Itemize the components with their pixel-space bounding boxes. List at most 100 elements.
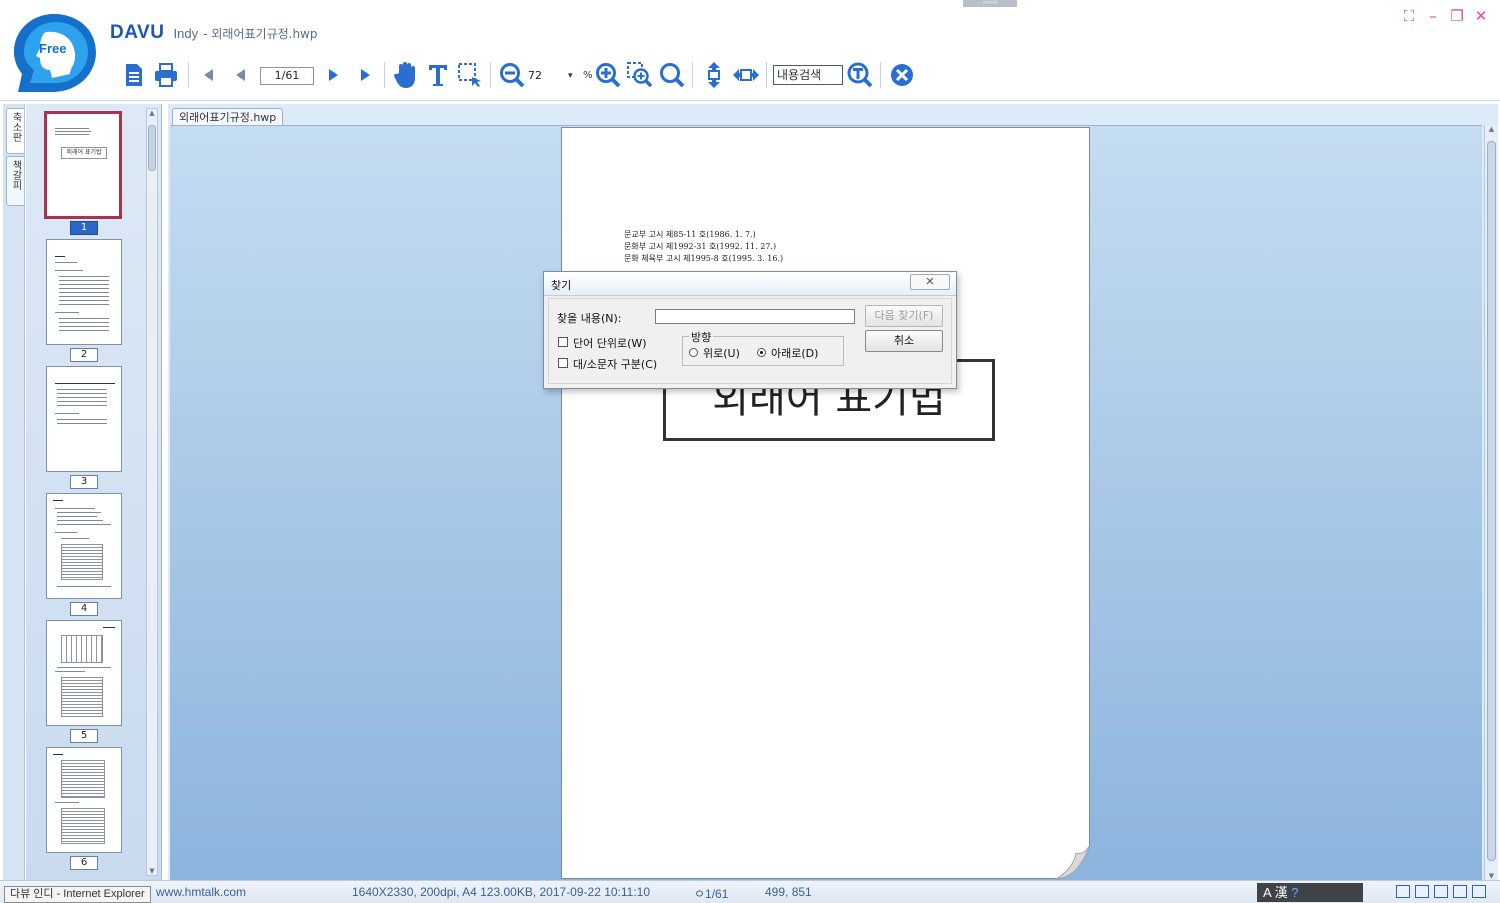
- scroll-down-icon[interactable]: ▼: [147, 867, 157, 875]
- document-area: 외래어표기규정.hwp 문교부 고시 제85-11 호(1986. 1. 7.)…: [168, 104, 1498, 880]
- play-icon[interactable]: [1396, 885, 1410, 898]
- close-circle-icon[interactable]: [888, 61, 916, 89]
- tab-bookmarks[interactable]: 책갈피: [6, 156, 24, 206]
- scroll-down-icon[interactable]: ▼: [1485, 872, 1498, 880]
- page-info: ㅇ1/61: [694, 887, 729, 901]
- zoom-value[interactable]: 72: [528, 67, 562, 85]
- direction-down-label: 아래로(D): [771, 347, 819, 360]
- first-page-icon[interactable]: [194, 61, 222, 89]
- thumbnail-label: 1: [70, 221, 98, 235]
- status-bar: 다뷰 인디 - Internet Explorer www.hmtalk.com…: [0, 880, 1500, 903]
- fit-width-icon[interactable]: [732, 61, 760, 89]
- thumbnail-label: 6: [70, 856, 98, 870]
- direction-up-radio[interactable]: [689, 348, 698, 357]
- tab-bookmarks-label: 책갈피: [10, 160, 21, 190]
- text-select-icon[interactable]: [424, 61, 452, 89]
- match-case-label: 대/소문자 구분(C): [573, 358, 658, 371]
- tab-thumbnails[interactable]: 축소판: [6, 108, 24, 154]
- page-curl-icon: [1056, 845, 1090, 879]
- thumbnail-page-1[interactable]: 외래어 표기법: [44, 111, 122, 219]
- thumbnail-panel: 외래어 표기법 1 2 3 4 5 6 ▲ ▼: [26, 104, 162, 880]
- find-next-button[interactable]: 다음 찾기(F): [865, 305, 943, 327]
- toolbar: 1/61 72 ▾ % 내용검색: [118, 58, 938, 94]
- print-icon[interactable]: [152, 61, 180, 89]
- zoom-out-icon[interactable]: [498, 61, 526, 89]
- next-page-icon[interactable]: [320, 61, 348, 89]
- close-icon[interactable]: ✕: [910, 274, 950, 290]
- document-info: 1640X2330, 200dpi, A4 123.00KB, 2017-09-…: [352, 885, 651, 899]
- ime-mode: A 漢: [1263, 885, 1288, 900]
- find-dialog-titlebar[interactable]: 찾기 ✕: [544, 272, 956, 296]
- side-tabs: 축소판 책갈피: [3, 104, 25, 880]
- edition-name: Indy: [173, 26, 199, 41]
- file-title: - 외래어표기규정.hwp: [203, 27, 318, 41]
- fit-height-icon[interactable]: [700, 61, 728, 89]
- find-dialog-body: 찾을 내용(N): 다음 찾기(F) 취소 단어 단위로(W) 대/소문자 구분…: [548, 298, 952, 384]
- direction-label: 방향: [689, 329, 714, 345]
- decree-line: 문화부 고시 제1992-31 호(1992. 11. 27.): [624, 242, 777, 251]
- last-page-icon[interactable]: [352, 61, 380, 89]
- search-text-icon[interactable]: [846, 61, 874, 89]
- zoom-unit: %: [583, 70, 593, 81]
- zoom-in-icon[interactable]: [594, 61, 622, 89]
- app-title: DAVU Indy - 외래어표기규정.hwp: [110, 22, 317, 44]
- find-dialog-title: 찾기: [551, 279, 572, 292]
- thumbnail-title: 외래어 표기법: [61, 147, 107, 159]
- content-search-input[interactable]: 내용검색: [773, 65, 843, 85]
- whole-word-checkbox[interactable]: [558, 337, 568, 347]
- document-canvas[interactable]: 문교부 고시 제85-11 호(1986. 1. 7.) 문화부 고시 제199…: [170, 125, 1482, 880]
- scrollbar-thumb[interactable]: [1487, 141, 1496, 861]
- direction-down-radio[interactable]: [757, 348, 766, 357]
- app-header: shend Free DAVU Indy - 외래어표기규정.hwp ⛶ – ❐…: [0, 0, 1500, 101]
- page-number-input[interactable]: 1/61: [260, 67, 314, 85]
- thumbnail-label: 4: [70, 602, 98, 616]
- document-tab[interactable]: 외래어표기규정.hwp: [172, 108, 284, 126]
- two-page-icon[interactable]: [1453, 885, 1467, 898]
- document-icon[interactable]: [120, 61, 148, 89]
- cancel-button[interactable]: 취소: [865, 330, 943, 352]
- restore-icon[interactable]: ❐: [1448, 7, 1466, 25]
- document-scrollbar[interactable]: ▲ ▼: [1484, 125, 1498, 880]
- decree-line: 문교부 고시 제85-11 호(1986. 1. 7.): [624, 230, 756, 239]
- brand-name: DAVU: [110, 22, 165, 43]
- thumbnail-label: 5: [70, 729, 98, 743]
- direction-up-label: 위로(U): [703, 347, 740, 360]
- hand-tool-icon[interactable]: [392, 61, 420, 89]
- thumbnail-label: 3: [70, 475, 98, 489]
- scroll-up-icon[interactable]: ▲: [1485, 125, 1498, 133]
- find-input[interactable]: [655, 309, 855, 324]
- grid-view-icon[interactable]: [1472, 885, 1486, 898]
- thumbnail-page-2[interactable]: [46, 239, 122, 345]
- close-icon[interactable]: ✕: [1472, 7, 1490, 25]
- direction-group: 방향 위로(U) 아래로(D): [682, 329, 844, 366]
- continuous-page-icon[interactable]: [1434, 885, 1448, 898]
- scroll-up-icon[interactable]: ▲: [147, 109, 157, 117]
- minimize-icon[interactable]: –: [1424, 7, 1442, 25]
- whole-word-label: 단어 단위로(W): [573, 337, 647, 350]
- zoom-fit-icon[interactable]: [658, 61, 686, 89]
- zoom-area-icon[interactable]: [626, 61, 654, 89]
- single-page-icon[interactable]: [1415, 885, 1429, 898]
- thumbnail-page-5[interactable]: [46, 620, 122, 726]
- zoom-dropdown-icon[interactable]: ▾: [568, 67, 573, 85]
- tab-thumbnails-label: 축소판: [10, 112, 21, 142]
- cursor-coordinates: 499, 851: [765, 885, 812, 899]
- scrollbar-thumb[interactable]: [148, 125, 156, 171]
- davu-logo-icon: Free: [14, 14, 96, 92]
- match-case-checkbox[interactable]: [558, 358, 568, 368]
- find-dialog: 찾기 ✕ 찾을 내용(N): 다음 찾기(F) 취소 단어 단위로(W) 대/소…: [543, 271, 957, 389]
- site-link[interactable]: www.hmtalk.com: [156, 885, 246, 899]
- help-icon[interactable]: ?: [1291, 885, 1298, 900]
- area-select-icon[interactable]: [456, 61, 484, 89]
- window-drag-handle[interactable]: shend: [963, 0, 1017, 7]
- fullscreen-icon[interactable]: ⛶: [1400, 7, 1418, 25]
- thumbnail-page-6[interactable]: [46, 747, 122, 853]
- thumbnail-scrollbar[interactable]: ▲ ▼: [146, 108, 158, 876]
- thumbnail-page-3[interactable]: [46, 366, 122, 472]
- ime-toolbar[interactable]: A 漢 ?: [1257, 883, 1363, 902]
- prev-page-icon[interactable]: [226, 61, 254, 89]
- logo-free-text: Free: [39, 41, 66, 56]
- find-label: 찾을 내용(N):: [557, 312, 622, 325]
- document-page: 문교부 고시 제85-11 호(1986. 1. 7.) 문화부 고시 제199…: [561, 127, 1090, 879]
- thumbnail-page-4[interactable]: [46, 493, 122, 599]
